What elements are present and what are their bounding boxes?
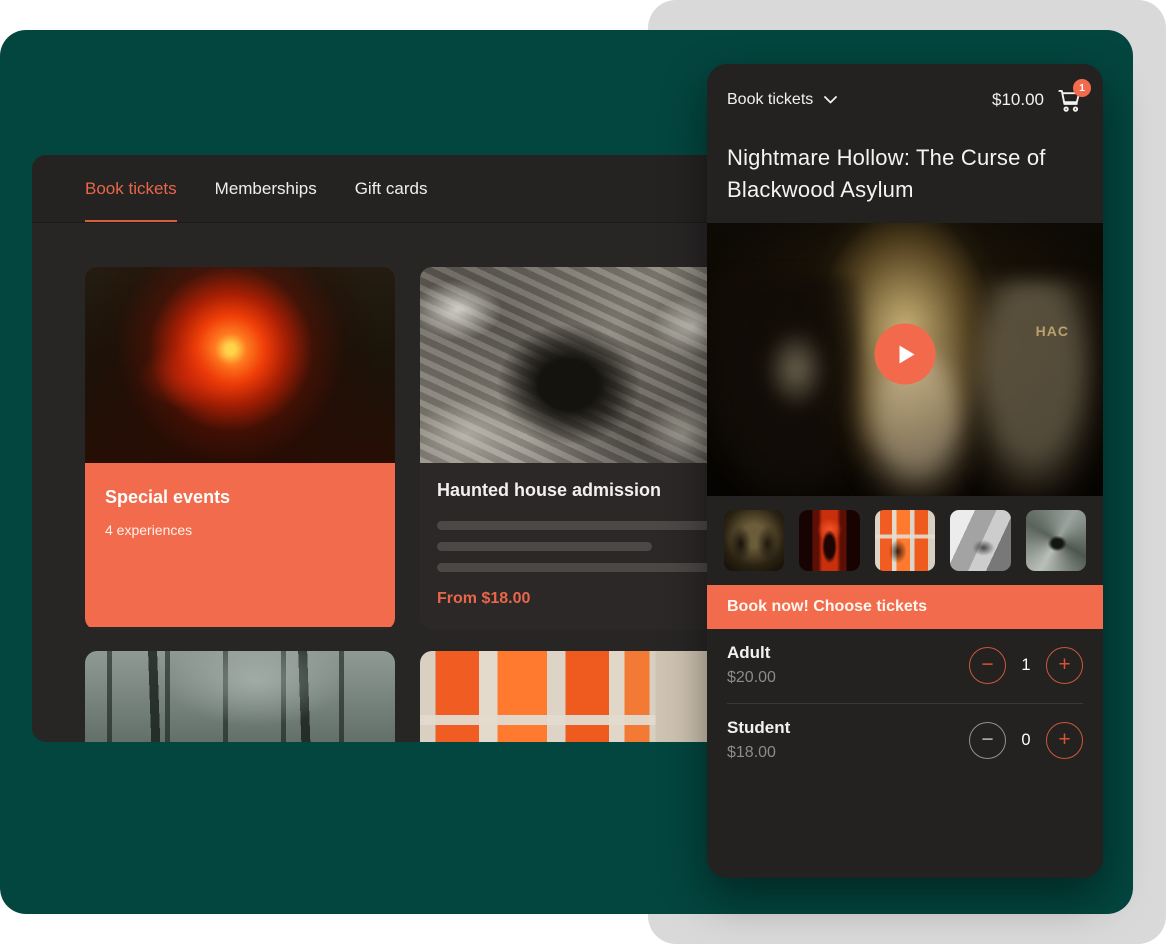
- staircase-image: [420, 267, 730, 463]
- tab-memberships[interactable]: Memberships: [215, 155, 317, 222]
- ticket-price: $18.00: [727, 744, 790, 762]
- cart-summary[interactable]: $10.00 1: [992, 87, 1083, 114]
- hero-wall-text: HAC: [1036, 323, 1069, 339]
- haunted-house-info: Haunted house admission From $18.00: [420, 463, 730, 630]
- card-title: Haunted house admission: [437, 480, 713, 501]
- forest-image: [85, 651, 395, 742]
- zombie-figure: [967, 281, 1099, 496]
- skeleton-text: [437, 521, 713, 572]
- card-forest[interactable]: [85, 651, 395, 742]
- skeleton-bar: [437, 563, 713, 572]
- thumbnail-monochrome-room[interactable]: [950, 510, 1010, 571]
- tab-gift-cards[interactable]: Gift cards: [355, 155, 428, 222]
- hero-media: HAC: [707, 223, 1103, 496]
- cart-badge: 1: [1073, 79, 1091, 97]
- thumbnail-strip: [707, 496, 1103, 585]
- card-special-events[interactable]: Special events 4 experiences: [85, 267, 395, 630]
- thumbnail-staircase[interactable]: [1026, 510, 1086, 571]
- quantity-stepper: − 1 +: [969, 647, 1083, 684]
- card-haunted-house[interactable]: Haunted house admission From $18.00: [420, 267, 730, 630]
- skeleton-bar: [437, 542, 652, 551]
- zombie-figure: [711, 275, 863, 496]
- event-title: Nightmare Hollow: The Curse of Blackwood…: [707, 136, 1103, 223]
- cart-total: $10.00: [992, 90, 1044, 110]
- quantity-value: 1: [1019, 656, 1033, 675]
- ticket-list: Adult $20.00 − 1 + Student $18.00 − 0 +: [707, 629, 1103, 778]
- card-price: From $18.00: [437, 590, 713, 608]
- special-events-info: Special events 4 experiences: [85, 463, 395, 627]
- booking-widget: Book tickets $10.00 1: [707, 64, 1103, 878]
- pumpkin-figure-image: [85, 267, 395, 463]
- decrease-button[interactable]: −: [969, 722, 1006, 759]
- quantity-stepper: − 0 +: [969, 722, 1083, 759]
- increase-button[interactable]: +: [1046, 722, 1083, 759]
- booking-banner: Book now! Choose tickets: [707, 585, 1103, 629]
- thumbnail-zombies-hallway[interactable]: [724, 510, 784, 571]
- thumbnail-orange-windows[interactable]: [875, 510, 935, 571]
- ticket-row-student: Student $18.00 − 0 +: [727, 703, 1083, 778]
- play-button[interactable]: [875, 324, 936, 385]
- ticket-name: Adult: [727, 643, 776, 663]
- dropdown-label: Book tickets: [727, 91, 813, 109]
- quantity-value: 0: [1019, 731, 1033, 750]
- widget-header: Book tickets $10.00 1: [707, 64, 1103, 136]
- skeleton-bar: [437, 521, 713, 530]
- ticket-row-adult: Adult $20.00 − 1 +: [727, 629, 1083, 703]
- ticket-name: Student: [727, 718, 790, 738]
- tab-book-tickets[interactable]: Book tickets: [85, 155, 177, 222]
- decrease-button[interactable]: −: [969, 647, 1006, 684]
- ticket-price: $20.00: [727, 669, 776, 687]
- ticket-type-dropdown[interactable]: Book tickets: [727, 91, 837, 109]
- chevron-down-icon: [824, 96, 837, 104]
- play-icon: [896, 345, 914, 363]
- windows-image: [420, 651, 730, 742]
- card-subtitle: 4 experiences: [105, 522, 375, 538]
- increase-button[interactable]: +: [1046, 647, 1083, 684]
- thumbnail-red-doorway[interactable]: [799, 510, 859, 571]
- card-windows[interactable]: [420, 651, 730, 742]
- card-title: Special events: [105, 487, 375, 508]
